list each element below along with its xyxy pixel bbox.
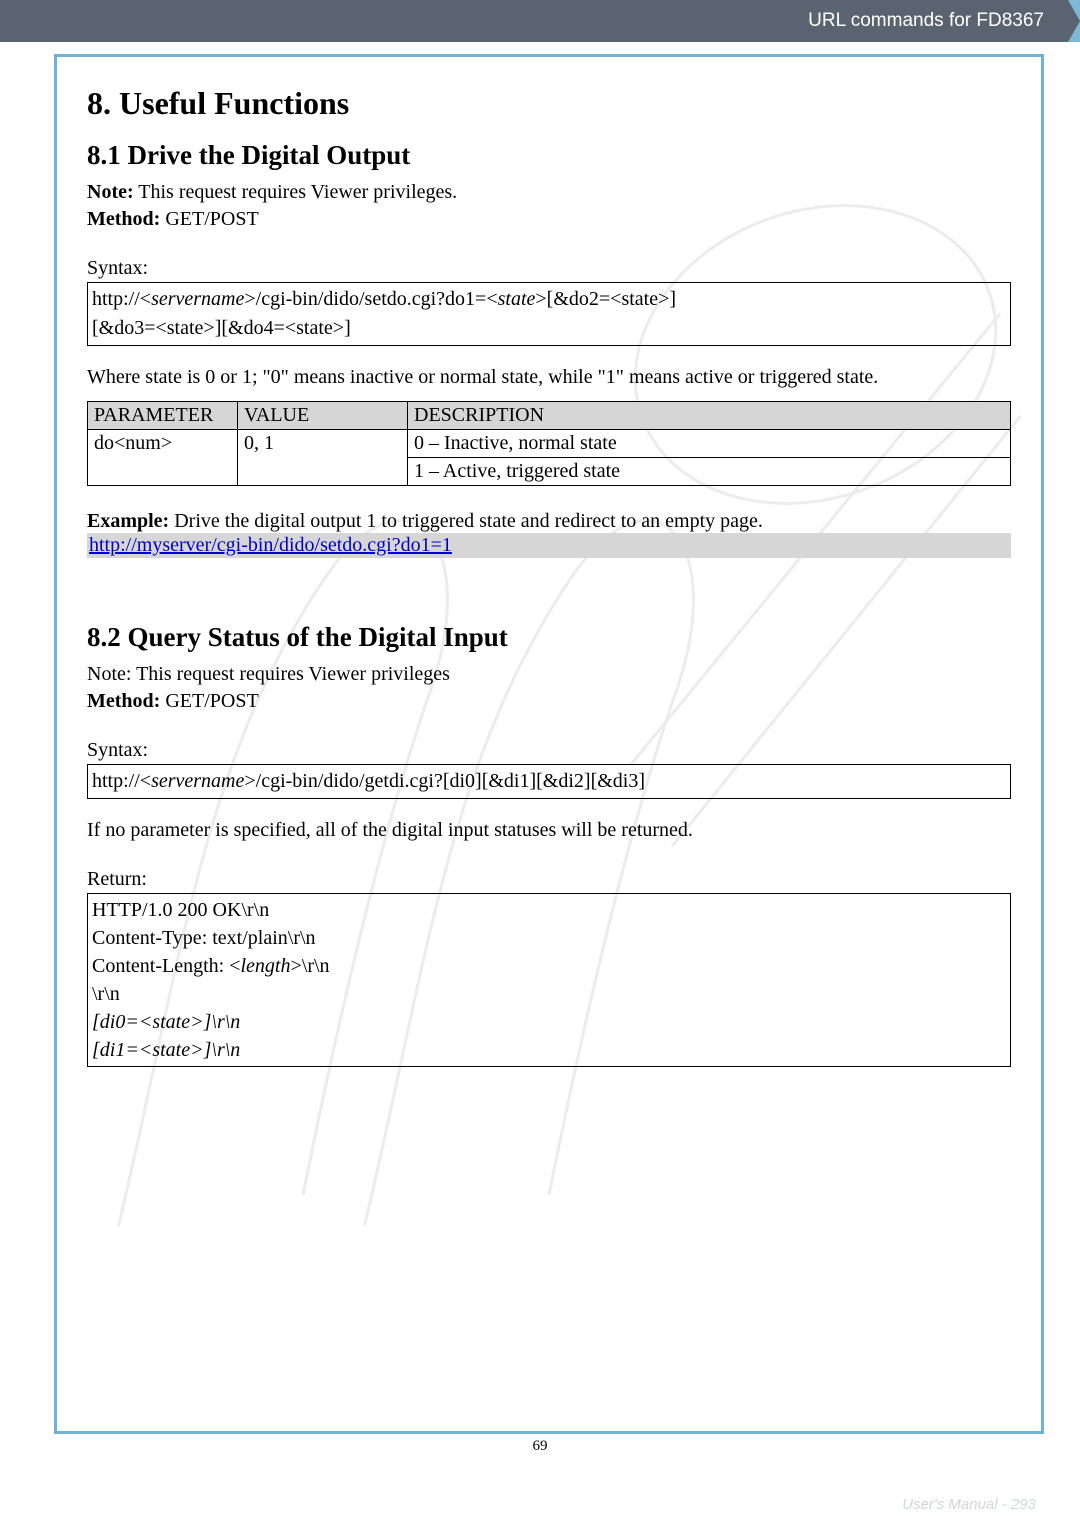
return-l4: \r\n [92, 980, 1006, 1008]
td-param: do<num> [88, 430, 238, 486]
where-text: Where state is 0 or 1; "0" means inactiv… [87, 366, 1011, 389]
td-desc2: 1 – Active, triggered state [408, 458, 1011, 486]
return-l3-pre: Content-Length: < [92, 955, 240, 977]
page-body: 8. Useful Functions 8.1 Drive the Digita… [54, 54, 1044, 1434]
section-8-2-heading: 8.2 Query Status of the Digital Input [87, 622, 1011, 653]
header-bar: URL commands for FD8367 [0, 0, 1080, 42]
method-label: Method: [87, 208, 160, 230]
syntax82-pre: http://< [92, 770, 151, 792]
syntax-post: >[&do2=<state>] [535, 288, 676, 310]
syntax82-post: >/cgi-bin/dido/getdi.cgi?[di0][&di1][&di… [244, 770, 645, 792]
syntax-box-81: http://<servername>/cgi-bin/dido/setdo.c… [87, 282, 1011, 346]
syntax82-servername: servername [151, 770, 244, 792]
method-value: GET/POST [160, 208, 258, 230]
example-link[interactable]: http://myserver/cgi-bin/dido/setdo.cgi?d… [89, 534, 452, 556]
note-line-82: Note: This request requires Viewer privi… [87, 663, 1011, 686]
example-text: Drive the digital output 1 to triggered … [169, 510, 763, 532]
syntax-line2: [&do3=<state>][&do4=<state>] [92, 314, 1006, 343]
td-desc1: 0 – Inactive, normal state [408, 430, 1011, 458]
method-label-82: Method: [87, 690, 160, 712]
th-parameter: PARAMETER [88, 402, 238, 430]
syntax-line1: http://<servername>/cgi-bin/dido/setdo.c… [92, 285, 1006, 314]
breadcrumb: URL commands for FD8367 [808, 10, 1044, 32]
syntax-state: state [498, 288, 536, 310]
return-l3: Content-Length: <length>\r\n [92, 952, 1006, 980]
return-l3-post: >\r\n [290, 955, 329, 977]
section-8-heading: 8. Useful Functions [87, 85, 1011, 122]
example-line: Example: Drive the digital output 1 to t… [87, 510, 1011, 533]
return-l3-len: length [240, 955, 290, 977]
content: 8. Useful Functions 8.1 Drive the Digita… [87, 85, 1011, 1067]
syntax-mid: >/cgi-bin/dido/setdo.cgi?do1=< [244, 288, 497, 310]
table-row: do<num> 0, 1 0 – Inactive, normal state [88, 430, 1011, 458]
td-value: 0, 1 [238, 430, 408, 486]
note-line-81: Note: This request requires Viewer privi… [87, 181, 1011, 204]
header-edge-decoration [1068, 0, 1080, 42]
method-line-82: Method: GET/POST [87, 690, 1011, 713]
return-l6: [di1=<state>]\r\n [92, 1036, 1006, 1064]
return-l1: HTTP/1.0 200 OK\r\n [92, 896, 1006, 924]
th-value: VALUE [238, 402, 408, 430]
note-text: This request requires Viewer privileges. [134, 181, 458, 203]
syntax-label-81: Syntax: [87, 257, 1011, 280]
example-link-row: http://myserver/cgi-bin/dido/setdo.cgi?d… [87, 533, 1011, 558]
note-label: Note: [87, 181, 134, 203]
return-l5: [di0=<state>]\r\n [92, 1008, 1006, 1036]
method-value-82: GET/POST [160, 690, 258, 712]
page-number: 69 [0, 1438, 1080, 1455]
return-label: Return: [87, 868, 1011, 891]
footer-right: User's Manual - 293 [902, 1496, 1036, 1513]
if-text: If no parameter is specified, all of the… [87, 819, 1011, 842]
method-line-81: Method: GET/POST [87, 208, 1011, 231]
syntax-servername: servername [151, 288, 244, 310]
syntax-box-82: http://<servername>/cgi-bin/dido/getdi.c… [87, 764, 1011, 799]
return-l2: Content-Type: text/plain\r\n [92, 924, 1006, 952]
th-description: DESCRIPTION [408, 402, 1011, 430]
example-label: Example: [87, 510, 169, 532]
section-8-1-heading: 8.1 Drive the Digital Output [87, 140, 1011, 171]
syntax-label-82: Syntax: [87, 739, 1011, 762]
return-box: HTTP/1.0 200 OK\r\n Content-Type: text/p… [87, 893, 1011, 1067]
example-box: Example: Drive the digital output 1 to t… [87, 510, 1011, 558]
parameter-table: PARAMETER VALUE DESCRIPTION do<num> 0, 1… [87, 401, 1011, 486]
syntax-pre: http://< [92, 288, 151, 310]
table-header-row: PARAMETER VALUE DESCRIPTION [88, 402, 1011, 430]
